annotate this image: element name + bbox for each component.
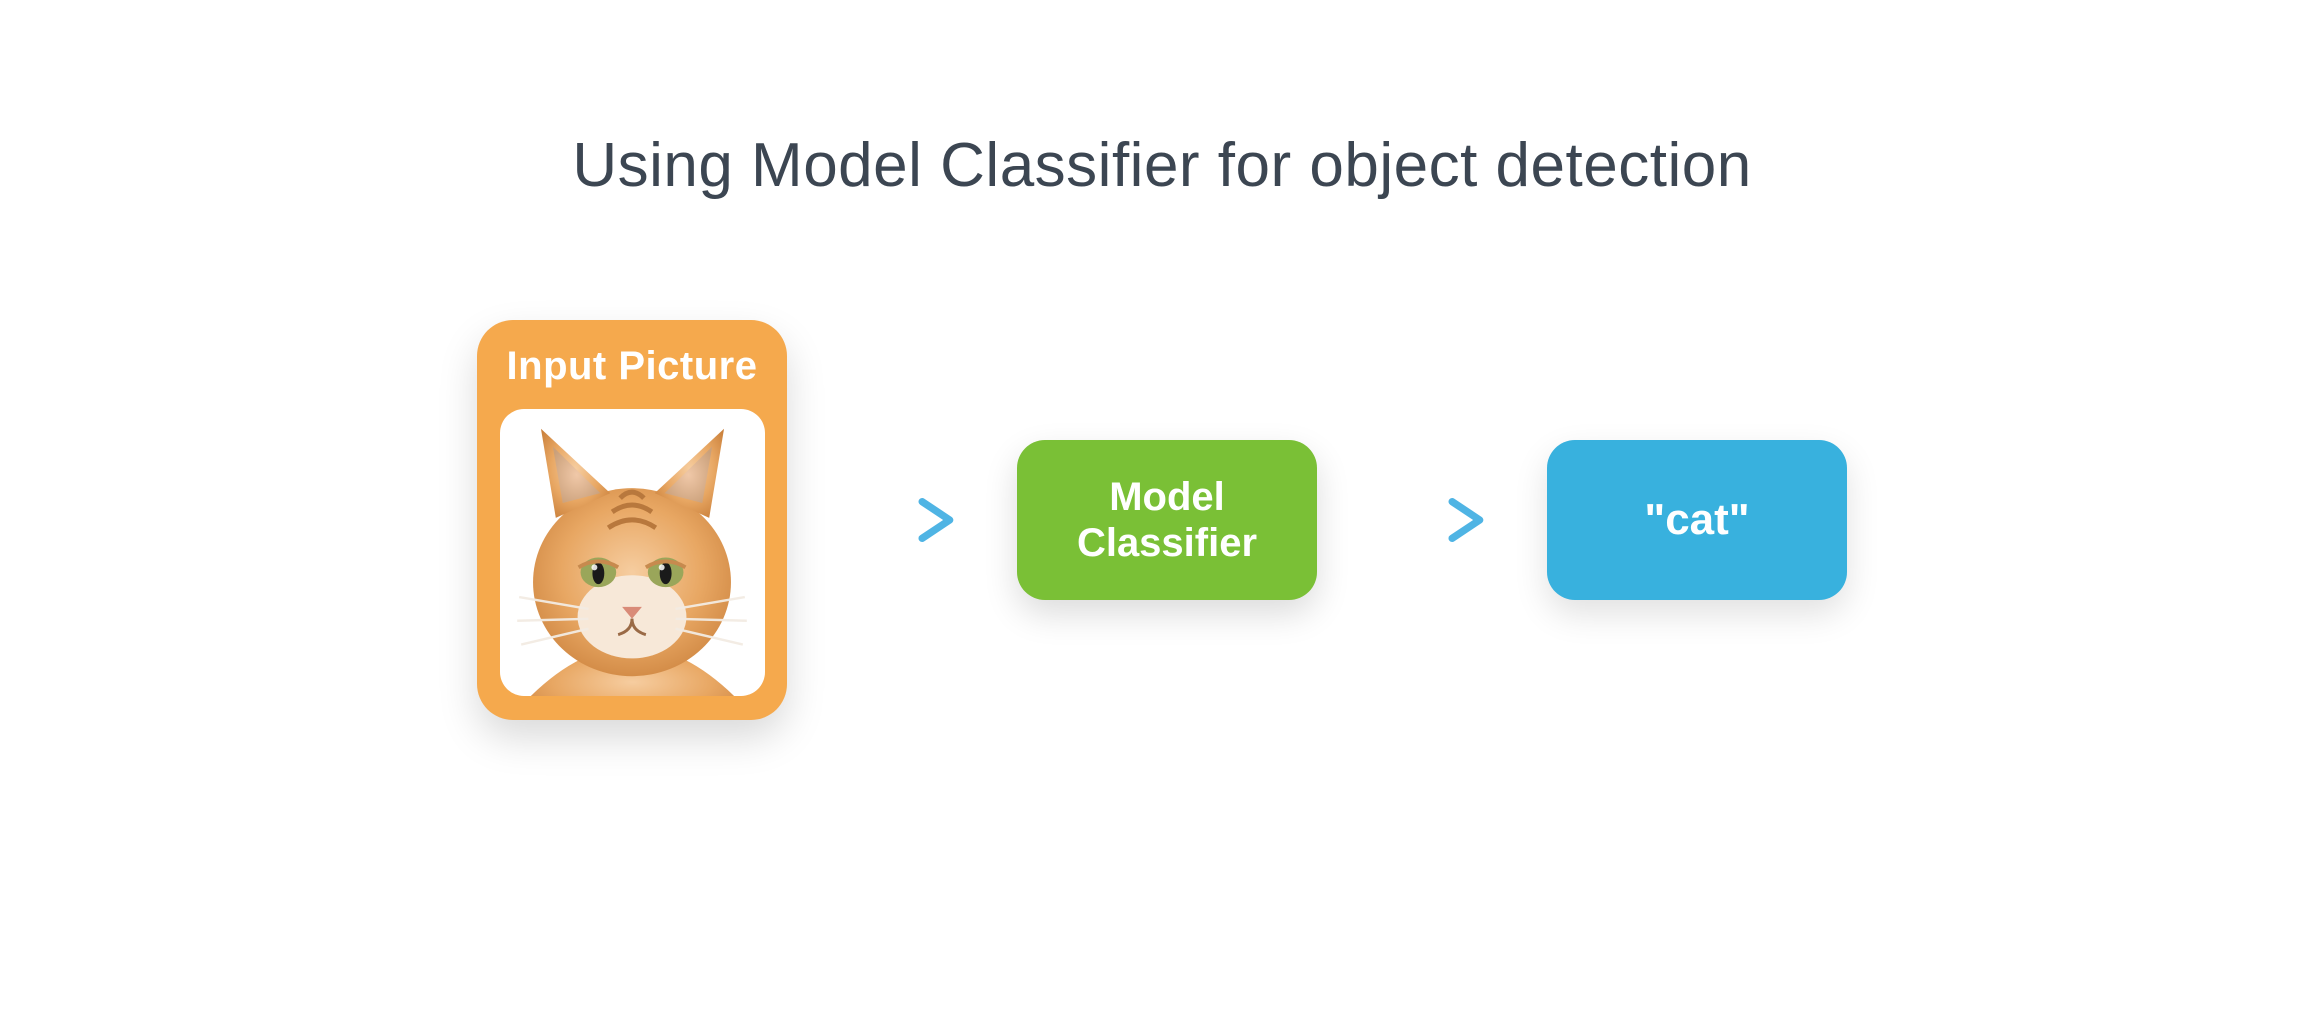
diagram-title: Using Model Classifier for object detect… [0,130,2324,201]
model-line1: Model [1109,475,1225,519]
arrow-icon [847,492,957,548]
flow-row: Input Picture [0,320,2324,720]
model-line2: Classifier [1077,521,1257,565]
model-classifier-label: Model Classifier [1077,474,1257,566]
diagram-canvas: Using Model Classifier for object detect… [0,0,2324,1019]
output-label: "cat" [1644,495,1749,545]
arrow-icon [1377,492,1487,548]
cat-icon [500,409,765,696]
input-picture-image [500,409,765,696]
output-box: "cat" [1547,440,1847,600]
input-picture-card: Input Picture [477,320,787,720]
input-picture-label: Input Picture [507,344,758,389]
model-classifier-box: Model Classifier [1017,440,1317,600]
